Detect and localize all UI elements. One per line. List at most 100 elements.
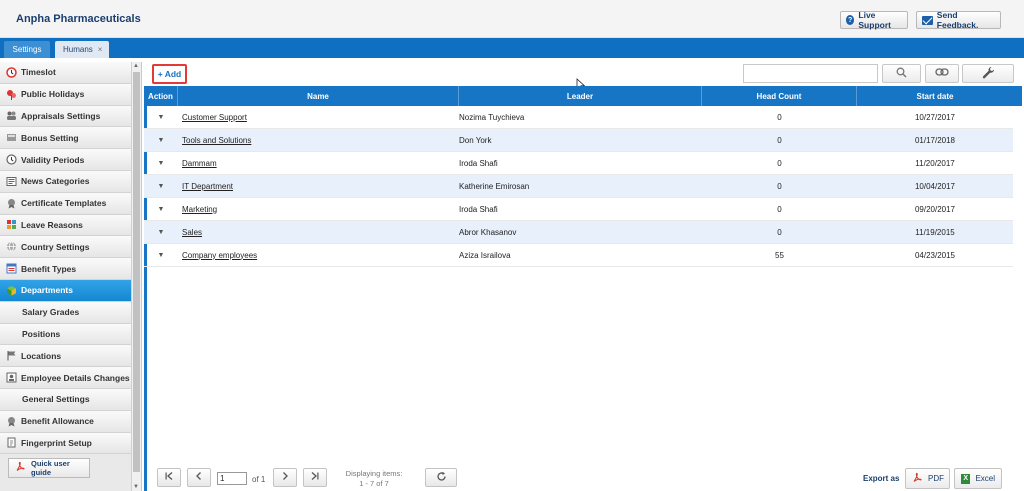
sidebar-item-locations[interactable]: Locations	[0, 345, 131, 368]
globe-icon	[6, 241, 17, 252]
head-count-cell: 0	[777, 227, 782, 237]
search-button[interactable]	[882, 64, 921, 83]
row-action-dropdown-icon[interactable]: ▼	[144, 221, 178, 243]
table-row: ▼ Customer Support Nozima Tuychieva 0 10…	[144, 106, 1013, 129]
sidebar-item-timeslot[interactable]: Timeslot	[0, 62, 131, 84]
search-input[interactable]	[743, 64, 878, 83]
sidebar-item-label: Certificate Templates	[21, 198, 107, 209]
displaying-items-range: 1 - 7 of 7	[359, 479, 389, 488]
head-count-cell: 0	[777, 135, 782, 145]
row-action-dropdown-icon[interactable]: ▼	[144, 175, 178, 197]
quick-user-guide-label: Quick user guide	[31, 459, 70, 477]
tab-settings[interactable]: Settings	[4, 41, 50, 58]
department-name-link[interactable]: Customer Support	[178, 106, 459, 128]
department-name-link[interactable]: Sales	[178, 221, 459, 243]
quick-user-guide-button[interactable]: Quick user guide	[8, 458, 90, 478]
leader-cell: Nozima Tuychieva	[459, 112, 525, 122]
first-page-icon	[164, 471, 174, 484]
leader-cell: Iroda Shafi	[459, 204, 498, 214]
sidebar-item-certificate-templates[interactable]: Certificate Templates	[0, 192, 131, 215]
sidebar-item-departments[interactable]: Departments	[0, 279, 131, 302]
prev-page-button[interactable]	[187, 468, 211, 487]
column-header-start-date[interactable]: Start date	[857, 86, 1013, 106]
department-name-link[interactable]: IT Department	[178, 175, 459, 197]
scroll-up-icon[interactable]: ▲	[133, 63, 139, 69]
sidebar-item-validity-periods[interactable]: Validity Periods	[0, 149, 131, 171]
export-excel-button[interactable]: X Excel	[954, 468, 1002, 489]
sidebar-item-fingerprint-setup[interactable]: Fingerprint Setup	[0, 432, 131, 455]
benefit-icon	[6, 263, 17, 274]
leader-cell: Aziza Israilova	[459, 250, 511, 260]
next-page-button[interactable]	[273, 468, 297, 487]
sidebar-item-label: Bonus Setting	[21, 132, 79, 143]
table-row: ▼ Company employees Aziza Israilova 55 0…	[144, 244, 1013, 267]
row-action-dropdown-icon[interactable]: ▼	[144, 106, 178, 128]
clock-icon	[6, 67, 17, 78]
column-header-action[interactable]: Action	[144, 86, 178, 106]
start-date-cell: 01/17/2018	[914, 135, 956, 145]
sidebar-item-leave-reasons[interactable]: Leave Reasons	[0, 214, 131, 237]
sidebar-item-label: Fingerprint Setup	[21, 437, 92, 448]
sidebar-item-general-settings[interactable]: General Settings	[0, 388, 131, 411]
page-number-input[interactable]: 1	[217, 472, 247, 485]
sidebar-item-benefit-allowance[interactable]: Benefit Allowance	[0, 410, 131, 433]
row-action-dropdown-icon[interactable]: ▼	[144, 198, 178, 220]
tab-bar: Settings Humans ×	[0, 38, 1024, 58]
row-action-dropdown-icon[interactable]: ▼	[144, 129, 178, 151]
column-header-leader[interactable]: Leader	[459, 86, 702, 106]
scroll-down-icon[interactable]: ▼	[133, 484, 139, 490]
chevron-left-icon	[194, 471, 204, 484]
settings-button[interactable]	[962, 64, 1014, 83]
sidebar-item-benefit-types[interactable]: Benefit Types	[0, 258, 131, 280]
certificate-icon	[6, 198, 17, 209]
column-header-head-count[interactable]: Head Count	[702, 86, 857, 106]
row-action-dropdown-icon[interactable]: ▼	[144, 244, 178, 266]
sidebar-item-appraisals-settings[interactable]: Appraisals Settings	[0, 105, 131, 128]
sidebar-item-label: Employee Details Changes	[21, 372, 130, 383]
sidebar-item-positions[interactable]: Positions	[0, 323, 131, 346]
first-page-button[interactable]	[157, 468, 181, 487]
department-name-link[interactable]: Dammam	[178, 152, 459, 174]
excel-icon: X	[961, 473, 971, 484]
sidebar: Timeslot Public Holidays Appraisals Sett…	[0, 62, 142, 491]
displaying-items-label: Displaying items:	[345, 469, 403, 478]
table-row: ▼ Tools and Solutions Don York 0 01/17/2…	[144, 129, 1013, 152]
users-icon	[6, 110, 17, 121]
sidebar-item-employee-details-changes[interactable]: Employee Details Changes	[0, 367, 131, 389]
table-row: ▼ Marketing Iroda Shafi 0 09/20/2017	[144, 198, 1013, 221]
sidebar-item-label: Benefit Allowance	[21, 416, 94, 427]
send-feedback-button[interactable]: Send Feedback.	[916, 10, 1001, 30]
sidebar-item-news-categories[interactable]: News Categories	[0, 170, 131, 193]
sidebar-item-label: Salary Grades	[22, 307, 80, 318]
last-page-button[interactable]	[303, 468, 327, 487]
close-icon[interactable]: ×	[98, 45, 103, 54]
column-header-name[interactable]: Name	[178, 86, 459, 106]
leader-cell: Don York	[459, 135, 492, 145]
pdf-icon	[912, 472, 923, 486]
live-support-button[interactable]: ? Live Support	[840, 10, 908, 30]
row-action-dropdown-icon[interactable]: ▼	[144, 152, 178, 174]
sidebar-item-label: Locations	[21, 350, 62, 361]
head-count-cell: 0	[777, 181, 782, 191]
sidebar-item-country-settings[interactable]: Country Settings	[0, 236, 131, 259]
sidebar-item-salary-grades[interactable]: Salary Grades	[0, 301, 131, 324]
sidebar-item-bonus-setting[interactable]: Bonus Setting	[0, 127, 131, 150]
sidebar-list: Timeslot Public Holidays Appraisals Sett…	[0, 62, 131, 455]
send-feedback-label: Send Feedback.	[936, 10, 979, 30]
leader-cell: Iroda Shafi	[459, 158, 498, 168]
refresh-button[interactable]	[425, 468, 457, 487]
sidebar-scrollbar[interactable]: ▲ ▼	[131, 62, 141, 491]
link-button[interactable]	[925, 64, 959, 83]
export-excel-label: Excel	[975, 474, 995, 483]
tab-humans[interactable]: Humans ×	[55, 41, 109, 58]
grid-header-scroll-cap	[1013, 86, 1022, 106]
export-pdf-label: PDF	[928, 474, 944, 483]
start-date-cell: 09/20/2017	[914, 204, 956, 214]
add-button[interactable]: + Add	[152, 64, 187, 84]
department-name-link[interactable]: Company employees	[178, 244, 459, 266]
scrollbar-thumb[interactable]	[133, 72, 140, 472]
department-name-link[interactable]: Marketing	[178, 198, 459, 220]
export-pdf-button[interactable]: PDF	[905, 468, 950, 489]
department-name-link[interactable]: Tools and Solutions	[178, 129, 459, 151]
sidebar-item-public-holidays[interactable]: Public Holidays	[0, 83, 131, 106]
